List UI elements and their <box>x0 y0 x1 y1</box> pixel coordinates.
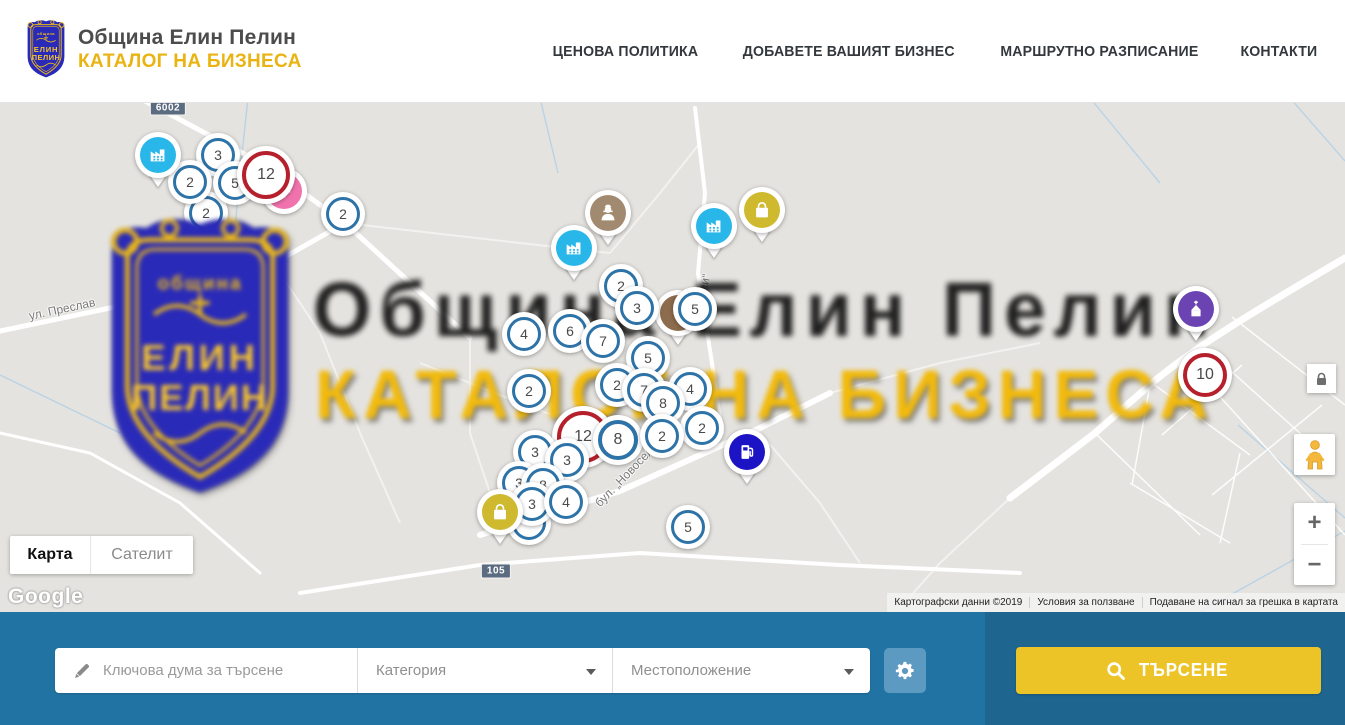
zoom-control: + − <box>1294 503 1335 585</box>
cluster-count: 5 <box>671 510 705 544</box>
cluster-count: 5 <box>678 292 712 326</box>
maptype-control: Карта Сателит <box>10 536 193 574</box>
advanced-settings-button[interactable] <box>884 648 926 693</box>
nav-item-pricing[interactable]: ЦЕНОВА ПОЛИТИКА <box>553 43 699 60</box>
site-subtitle: КАТАЛОГ НА БИЗНЕСА <box>78 51 302 73</box>
map-pin-church[interactable] <box>1173 286 1219 332</box>
brand-text: Община Елин Пелин КАТАЛОГ НА БИЗНЕСА <box>78 26 302 73</box>
map-attribution: Картографски данни ©2019 Условия за полз… <box>887 593 1345 612</box>
header: община ЕЛИН ПЕЛИН Община Елин Пелин КАТА… <box>0 0 1345 103</box>
site-title: Община Елин Пелин <box>78 26 302 50</box>
page: община ЕЛИН ПЕЛИН Община Елин Пелин КАТА… <box>0 0 1345 725</box>
map-pin-factory[interactable] <box>551 225 597 271</box>
category-dropdown-label: Категория <box>376 662 446 679</box>
map-cluster[interactable]: 5 <box>673 287 717 331</box>
keyword-segment <box>55 648 357 693</box>
map-pin-factory[interactable] <box>691 203 737 249</box>
road-number-badge: 105 <box>481 564 511 579</box>
attribution-report-error-link[interactable]: Подаване на сигнал за грешка в картата <box>1142 597 1345 608</box>
fuel-icon <box>729 434 765 470</box>
map-pin-fuel[interactable] <box>724 429 770 475</box>
factory-icon <box>140 137 176 173</box>
cluster-count: 8 <box>598 420 638 460</box>
map-cluster[interactable]: 2 <box>321 192 365 236</box>
cluster-count: 12 <box>242 151 290 199</box>
cluster-count: 4 <box>507 317 541 351</box>
cluster-count: 7 <box>586 324 620 358</box>
attribution-copyright: Картографски данни ©2019 <box>887 597 1029 608</box>
map-pin-bag[interactable] <box>477 489 523 535</box>
lock-button[interactable] <box>1307 364 1336 393</box>
map-cluster[interactable]: 7 <box>581 319 625 363</box>
map-cluster[interactable]: 4 <box>502 312 546 356</box>
map-cluster[interactable]: 8 <box>593 415 643 465</box>
pegman-button[interactable] <box>1294 434 1335 475</box>
nav-item-schedule[interactable]: МАРШРУТНО РАЗПИСАНИЕ <box>1001 43 1199 60</box>
location-dropdown-label: Местоположение <box>631 662 751 679</box>
search-icon <box>1106 661 1126 681</box>
cluster-count: 2 <box>685 411 719 445</box>
cluster-count: 2 <box>645 419 679 453</box>
map-cluster[interactable]: 2 <box>507 369 551 413</box>
cluster-count: 10 <box>1183 353 1227 397</box>
factory-icon <box>696 208 732 244</box>
svg-text:ПЕЛИН: ПЕЛИН <box>32 53 61 62</box>
bag-icon <box>482 494 518 530</box>
church-icon <box>1178 291 1214 327</box>
search-button[interactable]: ТЪРСЕНЕ <box>1016 647 1321 694</box>
map-cluster[interactable]: 3 <box>615 286 659 330</box>
svg-text:ЕЛИН: ЕЛИН <box>34 45 59 54</box>
google-logo[interactable]: Google <box>8 585 83 609</box>
pencil-icon <box>73 662 91 680</box>
brand[interactable]: община ЕЛИН ПЕЛИН Община Елин Пелин КАТА… <box>22 18 302 80</box>
map-cluster[interactable]: 5 <box>666 505 710 549</box>
nav-item-contacts[interactable]: КОНТАКТИ <box>1241 43 1318 60</box>
search-button-label: ТЪРСЕНЕ <box>1139 660 1229 681</box>
cluster-count: 2 <box>512 374 546 408</box>
bag-icon <box>744 192 780 228</box>
keyword-search-input[interactable] <box>103 662 343 679</box>
search-bar: Категория Местоположение ТЪРСЕНЕ <box>0 612 1345 725</box>
chevron-down-icon <box>844 669 854 675</box>
map-cluster[interactable]: 4 <box>544 480 588 524</box>
municipality-crest-logo: община ЕЛИН ПЕЛИН <box>22 18 70 80</box>
map-cluster[interactable]: 2 <box>640 414 684 458</box>
maptype-map-button[interactable]: Карта <box>10 536 90 574</box>
maptype-satellite-button[interactable]: Сателит <box>90 536 193 574</box>
cluster-count: 4 <box>549 485 583 519</box>
map-cluster[interactable]: 2 <box>680 406 724 450</box>
search-box: Категория Местоположение <box>55 648 870 693</box>
cluster-count: 2 <box>326 197 360 231</box>
cluster-count: 3 <box>620 291 654 325</box>
map-cluster[interactable]: 12 <box>237 146 295 204</box>
svg-text:община: община <box>37 31 55 36</box>
chevron-down-icon <box>586 669 596 675</box>
map-cluster[interactable]: 10 <box>1178 348 1232 402</box>
nav-item-add-business[interactable]: ДОБАВЕТЕ ВАШИЯТ БИЗНЕС <box>743 43 955 60</box>
zoom-in-button[interactable]: + <box>1294 503 1335 544</box>
location-dropdown[interactable]: Местоположение <box>612 648 870 693</box>
map-canvas[interactable]: община ЕЛИН ПЕЛИН Община Елин Пелин КАТА… <box>0 103 1345 612</box>
zoom-out-button[interactable]: − <box>1294 545 1335 586</box>
attribution-terms-link[interactable]: Условия за ползване <box>1029 597 1141 608</box>
map-pin-factory[interactable] <box>135 132 181 178</box>
lock-icon <box>1315 372 1328 386</box>
road-number-badge: 6002 <box>150 103 186 116</box>
map-pin-bag[interactable] <box>739 187 785 233</box>
gear-icon <box>894 660 916 682</box>
category-dropdown[interactable]: Категория <box>357 648 612 693</box>
pegman-icon <box>1304 440 1326 470</box>
main-nav: ЦЕНОВА ПОЛИТИКА ДОБАВЕТЕ ВАШИЯТ БИЗНЕС М… <box>548 0 1320 103</box>
factory-icon <box>556 230 592 266</box>
